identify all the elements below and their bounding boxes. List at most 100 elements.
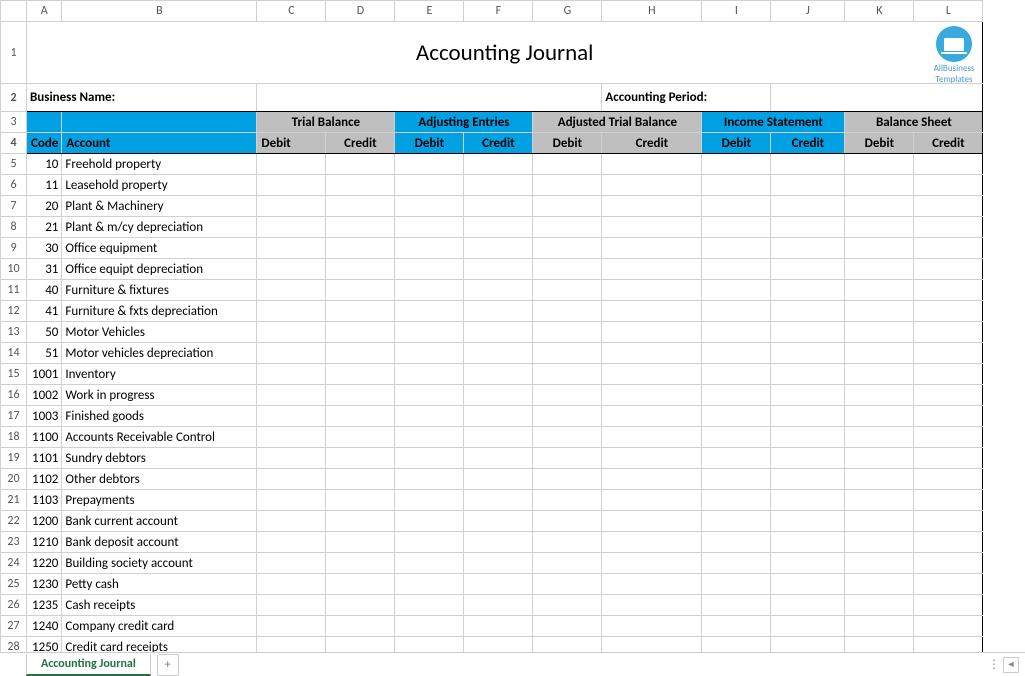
cell-value[interactable] [602,469,702,490]
cell-value[interactable] [533,280,602,301]
cell-account[interactable]: Office equipment [62,238,257,259]
cell-value[interactable] [257,553,326,574]
cell-value[interactable] [914,448,983,469]
cell-value[interactable] [702,364,771,385]
business-name-input[interactable] [257,84,602,112]
cell-value[interactable] [464,238,533,259]
cell-value[interactable] [464,217,533,238]
cell-value[interactable] [771,385,845,406]
cell-value[interactable] [602,532,702,553]
row-header[interactable]: 25 [1,574,27,595]
cell-value[interactable] [845,280,914,301]
cell-value[interactable] [845,364,914,385]
cell-code[interactable]: 21 [27,217,62,238]
scroll-left-button[interactable]: ◄ [1003,657,1019,673]
cell-value[interactable] [914,511,983,532]
col-header[interactable]: F [464,1,533,22]
row-header[interactable]: 10 [1,259,27,280]
cell[interactable] [62,112,257,133]
cell-value[interactable] [533,637,602,653]
cell-value[interactable] [326,595,395,616]
col-header[interactable]: G [533,1,602,22]
cell-value[interactable] [464,280,533,301]
cell-value[interactable] [326,553,395,574]
cell-value[interactable] [771,196,845,217]
cell-value[interactable] [845,406,914,427]
cell-value[interactable] [464,364,533,385]
cell-value[interactable] [702,154,771,175]
cell-value[interactable] [257,385,326,406]
cell-value[interactable] [914,364,983,385]
cell-value[interactable] [464,385,533,406]
cell-value[interactable] [602,406,702,427]
cell-value[interactable] [602,196,702,217]
cell-value[interactable] [845,511,914,532]
add-sheet-button[interactable]: + [157,654,179,676]
cell-account[interactable]: Bank deposit account [62,532,257,553]
header-credit[interactable]: Credit [771,133,845,154]
cell-value[interactable] [914,616,983,637]
cell-code[interactable]: 11 [27,175,62,196]
cell-value[interactable] [326,175,395,196]
cell-value[interactable] [533,196,602,217]
cell-value[interactable] [914,217,983,238]
header-code[interactable]: Code [27,133,62,154]
cell-value[interactable] [326,238,395,259]
cell-value[interactable] [771,490,845,511]
cell-value[interactable] [602,322,702,343]
cell-value[interactable] [257,238,326,259]
cell-account[interactable]: Furniture & fixtures [62,280,257,301]
cell-value[interactable] [845,448,914,469]
cell-value[interactable] [845,238,914,259]
row-header[interactable]: 20 [1,469,27,490]
cell-value[interactable] [326,574,395,595]
cell-value[interactable] [771,406,845,427]
cell-value[interactable] [702,448,771,469]
cell-account[interactable]: Prepayments [62,490,257,511]
cell-value[interactable] [602,364,702,385]
cell-value[interactable] [914,343,983,364]
cell-code[interactable]: 1240 [27,616,62,637]
cell-value[interactable] [395,343,464,364]
cell-value[interactable] [771,574,845,595]
cell-value[interactable] [464,469,533,490]
cell-value[interactable] [464,427,533,448]
cell-value[interactable] [845,427,914,448]
cell-value[interactable] [602,574,702,595]
accounting-period-label[interactable]: Accounting Period: [602,84,771,112]
row-header[interactable]: 13 [1,322,27,343]
cell-value[interactable] [845,553,914,574]
cell-code[interactable]: 50 [27,322,62,343]
cell-account[interactable]: Bank current account [62,511,257,532]
cell-value[interactable] [395,154,464,175]
cell-code[interactable]: 51 [27,343,62,364]
cell-value[interactable] [257,175,326,196]
cell-code[interactable]: 1003 [27,406,62,427]
cell-value[interactable] [914,490,983,511]
cell-value[interactable] [845,574,914,595]
accounting-period-input[interactable] [771,84,983,112]
cell-value[interactable] [602,343,702,364]
cell-value[interactable] [771,427,845,448]
sheet-tab-active[interactable]: Accounting Journal [26,654,151,676]
cell-value[interactable] [257,301,326,322]
business-name-label[interactable]: Business Name: [27,84,257,112]
cell-value[interactable] [464,595,533,616]
cell-value[interactable] [702,301,771,322]
cell-value[interactable] [395,532,464,553]
cell-value[interactable] [702,490,771,511]
cell-value[interactable] [771,343,845,364]
cell-value[interactable] [533,490,602,511]
cell-value[interactable] [533,175,602,196]
header-credit[interactable]: Credit [602,133,702,154]
cell-value[interactable] [326,406,395,427]
cell-value[interactable] [602,280,702,301]
cell-value[interactable] [257,343,326,364]
cell-value[interactable] [533,532,602,553]
cell-value[interactable] [326,616,395,637]
cell-account[interactable]: Petty cash [62,574,257,595]
row-header[interactable]: 7 [1,196,27,217]
row-header[interactable]: 22 [1,511,27,532]
cell-value[interactable] [702,574,771,595]
cell-value[interactable] [464,301,533,322]
